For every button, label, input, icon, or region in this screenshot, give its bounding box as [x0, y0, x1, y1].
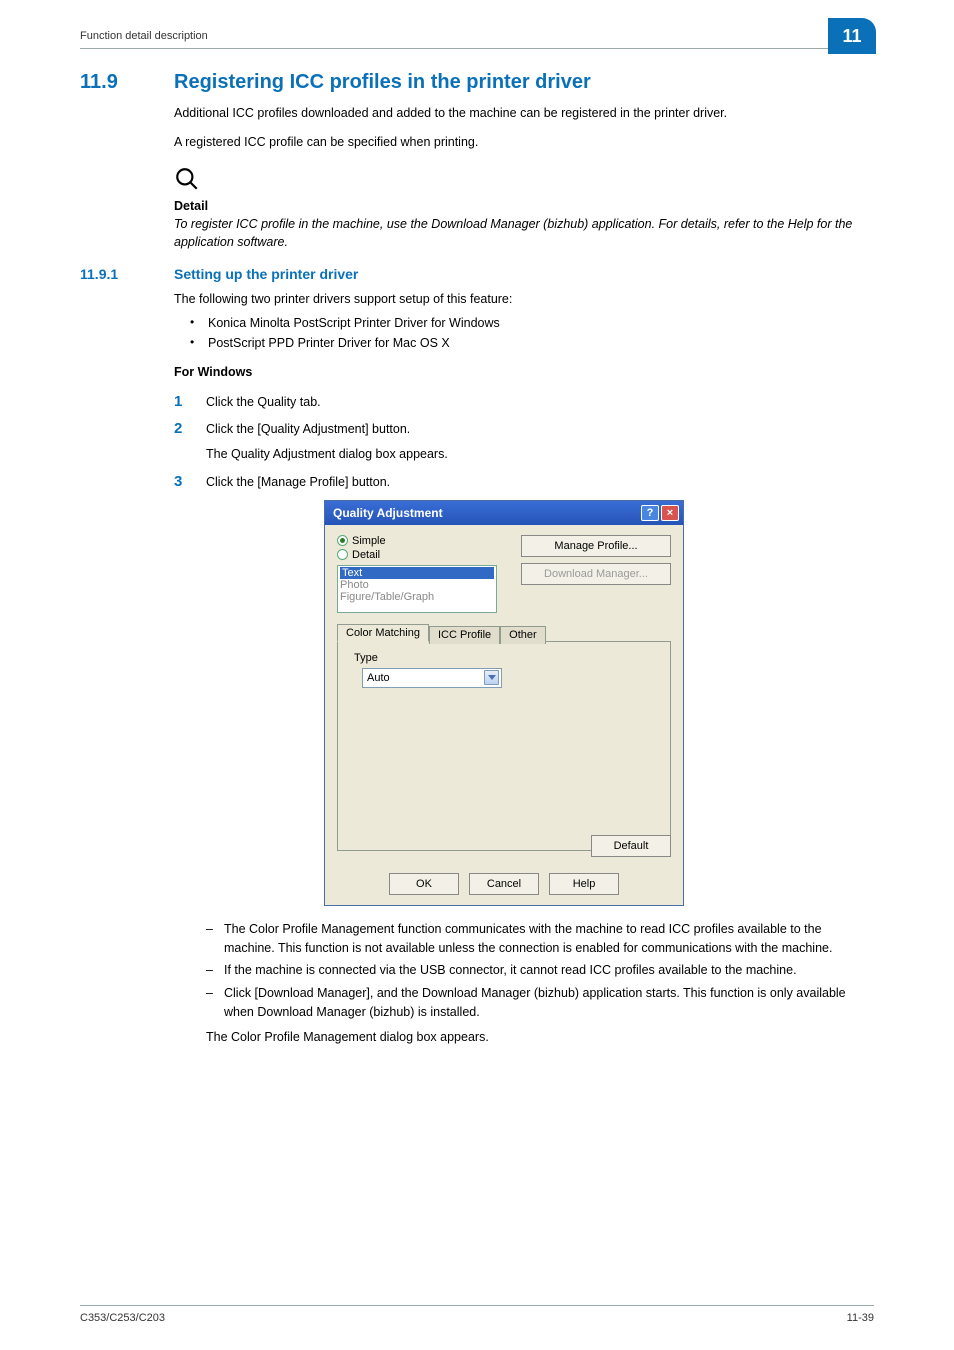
radio-icon [337, 549, 348, 560]
chapter-badge: 11 [828, 18, 876, 54]
intro-paragraph-1: Additional ICC profiles downloaded and a… [174, 104, 874, 123]
dialog-close-button[interactable]: × [661, 505, 679, 521]
step-number: 3 [174, 473, 188, 490]
step-3: 3 Click the [Manage Profile] button. [174, 473, 874, 490]
footer-left: C353/C253/C203 [80, 1312, 165, 1324]
download-manager-button[interactable]: Download Manager... [521, 563, 671, 585]
intro-paragraph-2: A registered ICC profile can be specifie… [174, 133, 874, 152]
after-notes: The Color Profile Management dialog box … [206, 1030, 874, 1044]
step-text: Click the Quality tab. [206, 395, 321, 409]
help-button[interactable]: Help [549, 873, 619, 895]
subsection-number: 11.9.1 [80, 266, 150, 282]
tab-color-matching[interactable]: Color Matching [337, 624, 429, 642]
footer-right: 11-39 [847, 1312, 874, 1324]
running-head: Function detail description [80, 30, 208, 42]
element-list[interactable]: Text Photo Figure/Table/Graph [337, 565, 497, 613]
list-item[interactable]: Figure/Table/Graph [340, 591, 494, 603]
step-number: 2 [174, 420, 188, 437]
chevron-down-icon [484, 670, 499, 685]
step-text: Click the [Manage Profile] button. [206, 475, 390, 489]
radio-detail[interactable]: Detail [337, 549, 497, 561]
type-label: Type [354, 652, 658, 664]
subsection-lead: The following two printer drivers suppor… [174, 290, 874, 309]
divider [80, 48, 874, 49]
dialog-help-button[interactable]: ? [641, 505, 659, 521]
dialog-title: Quality Adjustment [333, 506, 443, 520]
section-heading: 11.9 Registering ICC profiles in the pri… [80, 71, 874, 94]
list-item: If the machine is connected via the USB … [206, 961, 874, 980]
radio-label: Detail [352, 549, 380, 561]
subsection-title: Setting up the printer driver [174, 266, 358, 282]
radio-simple[interactable]: Simple [337, 535, 497, 547]
tab-other[interactable]: Other [500, 626, 546, 644]
driver-list: Konica Minolta PostScript Printer Driver… [174, 313, 874, 353]
step-number: 1 [174, 393, 188, 410]
section-number: 11.9 [80, 71, 150, 94]
page-footer: C353/C253/C203 11-39 [80, 1305, 874, 1324]
cancel-button[interactable]: Cancel [469, 873, 539, 895]
for-windows-heading: For Windows [174, 365, 874, 379]
radio-label: Simple [352, 535, 386, 547]
chapter-number: 11 [842, 26, 861, 47]
subsection-heading: 11.9.1 Setting up the printer driver [80, 266, 874, 282]
combo-value: Auto [367, 672, 390, 684]
notes-list: The Color Profile Management function co… [206, 920, 874, 1022]
list-item: The Color Profile Management function co… [206, 920, 874, 958]
manage-profile-button[interactable]: Manage Profile... [521, 535, 671, 557]
tab-panel: Type Auto [337, 641, 671, 851]
dialog-titlebar: Quality Adjustment ? × [325, 501, 683, 525]
radio-icon [337, 535, 348, 546]
section-title: Registering ICC profiles in the printer … [174, 71, 591, 94]
detail-label: Detail [174, 199, 874, 213]
list-item: PostScript PPD Printer Driver for Mac OS… [174, 333, 874, 353]
detail-note: Detail To register ICC profile in the ma… [174, 166, 874, 253]
tabs: Color Matching ICC Profile Other Type Au… [337, 623, 671, 851]
tab-icc-profile[interactable]: ICC Profile [429, 626, 500, 644]
step-text: Click the [Quality Adjustment] button. [206, 422, 410, 436]
step-2: 2 Click the [Quality Adjustment] button. [174, 420, 874, 437]
list-item: Click [Download Manager], and the Downlo… [206, 984, 874, 1022]
quality-adjustment-dialog: Quality Adjustment ? × Simple [324, 500, 684, 906]
default-button[interactable]: Default [591, 835, 671, 857]
list-item[interactable]: Photo [340, 579, 494, 591]
list-item[interactable]: Text [340, 567, 494, 579]
type-combobox[interactable]: Auto [362, 668, 502, 688]
detail-text: To register ICC profile in the machine, … [174, 215, 874, 253]
step-2-extra: The Quality Adjustment dialog box appear… [206, 447, 874, 461]
ok-button[interactable]: OK [389, 873, 459, 895]
magnifier-icon [174, 166, 874, 197]
step-1: 1 Click the Quality tab. [174, 393, 874, 410]
list-item: Konica Minolta PostScript Printer Driver… [174, 313, 874, 333]
